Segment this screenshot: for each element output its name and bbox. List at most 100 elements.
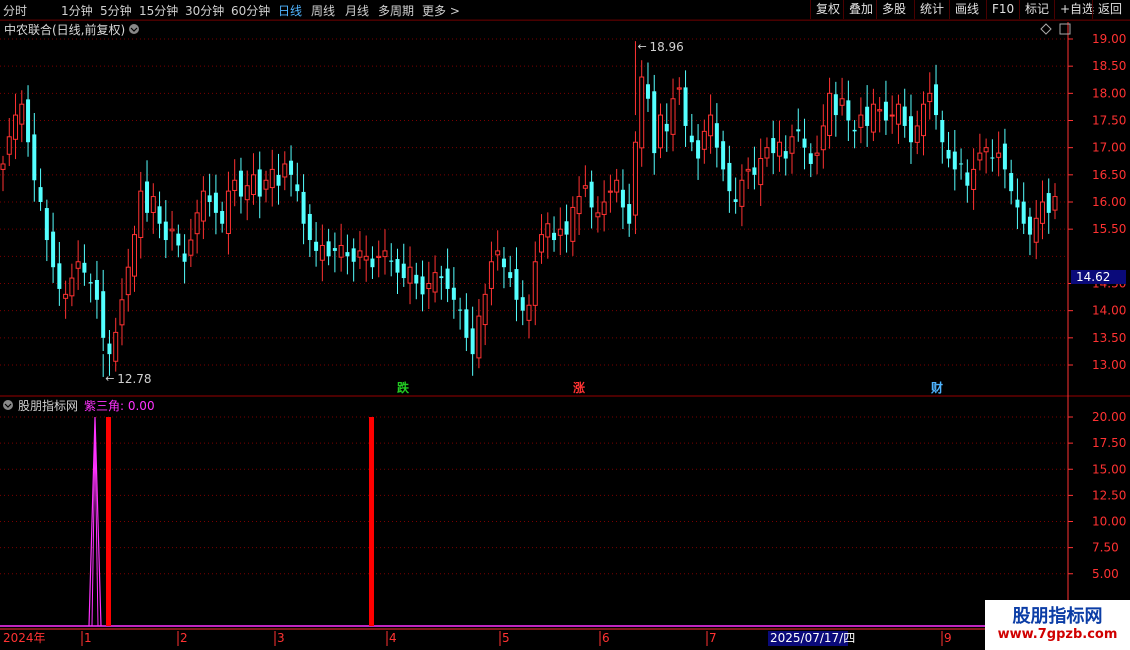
- candle-body: [225, 190, 231, 234]
- candle-body: [19, 103, 25, 125]
- candle-body: [701, 130, 707, 150]
- candle-body: [526, 304, 532, 321]
- candle-body: [200, 190, 206, 222]
- candle-body: [26, 99, 31, 143]
- price-tick-label: 17.50: [1092, 114, 1126, 128]
- candle-body: [182, 253, 187, 262]
- candle-body: [908, 116, 913, 143]
- candle-body: [38, 187, 43, 202]
- candle-body: [250, 174, 256, 195]
- candle-body: [107, 343, 112, 355]
- price-tick-label: 19.00: [1092, 32, 1126, 46]
- candle-body: [194, 212, 200, 235]
- candle-body: [752, 167, 757, 175]
- candle-body: [314, 241, 319, 251]
- candle-body: [539, 234, 545, 253]
- candle-body: [13, 114, 19, 140]
- year-label: 2024年: [3, 631, 46, 645]
- candle-body: [357, 250, 363, 258]
- candle-body: [814, 152, 820, 156]
- candle-body: [407, 266, 413, 284]
- candle-body: [771, 138, 776, 154]
- candle-body: [552, 232, 557, 241]
- candle-body: [213, 192, 218, 213]
- candle-body: [733, 199, 738, 202]
- watermark: 股朋指标网 www.7gpzb.com: [985, 600, 1130, 650]
- candle-body: [307, 213, 312, 241]
- candle-body: [652, 91, 657, 154]
- candle-body: [458, 309, 463, 311]
- candle-body: [921, 103, 926, 137]
- watermark-url: www.7gpzb.com: [997, 627, 1118, 642]
- candle-body: [545, 223, 551, 238]
- candle-body: [959, 163, 964, 165]
- candle-body: [639, 76, 645, 149]
- price-tick-label: 15.50: [1092, 222, 1126, 236]
- candle-body: [145, 181, 150, 213]
- candle-body: [6, 136, 12, 155]
- candle-body: [163, 221, 168, 241]
- candle-body: [426, 283, 432, 290]
- candle-body: [169, 228, 175, 232]
- price-tick-label: 18.00: [1092, 86, 1126, 100]
- candle-body: [376, 255, 382, 258]
- current-price-label: 14.62: [1076, 270, 1110, 284]
- candle-body: [520, 297, 525, 311]
- candle-body: [501, 258, 506, 268]
- candle-body: [827, 92, 833, 136]
- indicator-series-label: 紫三角: 0.00: [84, 399, 155, 413]
- candle-body: [57, 263, 62, 289]
- candle-body: [176, 233, 181, 246]
- candle-body: [319, 244, 325, 261]
- candle-body: [708, 114, 714, 137]
- candle-body: [927, 92, 933, 103]
- candle-body: [289, 160, 294, 175]
- candle-body: [846, 100, 851, 121]
- high-arrow: ←: [637, 40, 646, 53]
- candle-body: [432, 272, 438, 293]
- candle-body: [946, 149, 951, 159]
- event-marker: 财: [930, 380, 943, 395]
- low-arrow: ←: [105, 372, 114, 385]
- candle-body: [1021, 201, 1026, 224]
- candle-body: [776, 141, 782, 157]
- candle-body: [914, 125, 920, 143]
- indicator-bar: [369, 417, 374, 626]
- candle-body: [495, 250, 501, 256]
- candle-body: [714, 123, 719, 148]
- candle-body: [157, 206, 162, 224]
- candle-body: [464, 309, 469, 338]
- candle-body: [952, 151, 957, 170]
- candle-body: [1052, 196, 1058, 211]
- candle-body: [557, 228, 563, 236]
- candle-body: [269, 168, 275, 189]
- candle-body: [670, 98, 676, 135]
- candle-body: [82, 262, 87, 273]
- candle-body: [645, 84, 650, 99]
- candle-body: [1046, 193, 1051, 213]
- candle-body: [1015, 199, 1020, 208]
- candle-body: [295, 184, 300, 192]
- candle-body: [345, 252, 350, 257]
- candle-body: [808, 153, 813, 164]
- candle-body: [1039, 201, 1045, 224]
- indicator-name: 股朋指标网: [18, 398, 78, 413]
- month-label: 1: [84, 631, 92, 645]
- candle-body: [94, 279, 99, 300]
- indicator-tick-label: 17.50: [1092, 436, 1126, 450]
- cursor-date-label: 2025/07/17/四: [770, 631, 855, 645]
- candle-body: [745, 168, 751, 172]
- event-marker: 跌: [397, 380, 410, 395]
- candle-body: [220, 211, 225, 224]
- candle-body: [582, 185, 588, 189]
- candle-body: [188, 239, 194, 256]
- candle-body: [63, 293, 69, 299]
- candle-body: [833, 94, 838, 116]
- indicator-tick-label: 20.00: [1092, 410, 1126, 424]
- candle-body: [351, 248, 356, 262]
- candle-body: [470, 328, 475, 355]
- candle-body: [401, 263, 406, 279]
- candle-body: [44, 208, 49, 241]
- candle-body: [276, 174, 281, 186]
- candle-body: [658, 114, 663, 149]
